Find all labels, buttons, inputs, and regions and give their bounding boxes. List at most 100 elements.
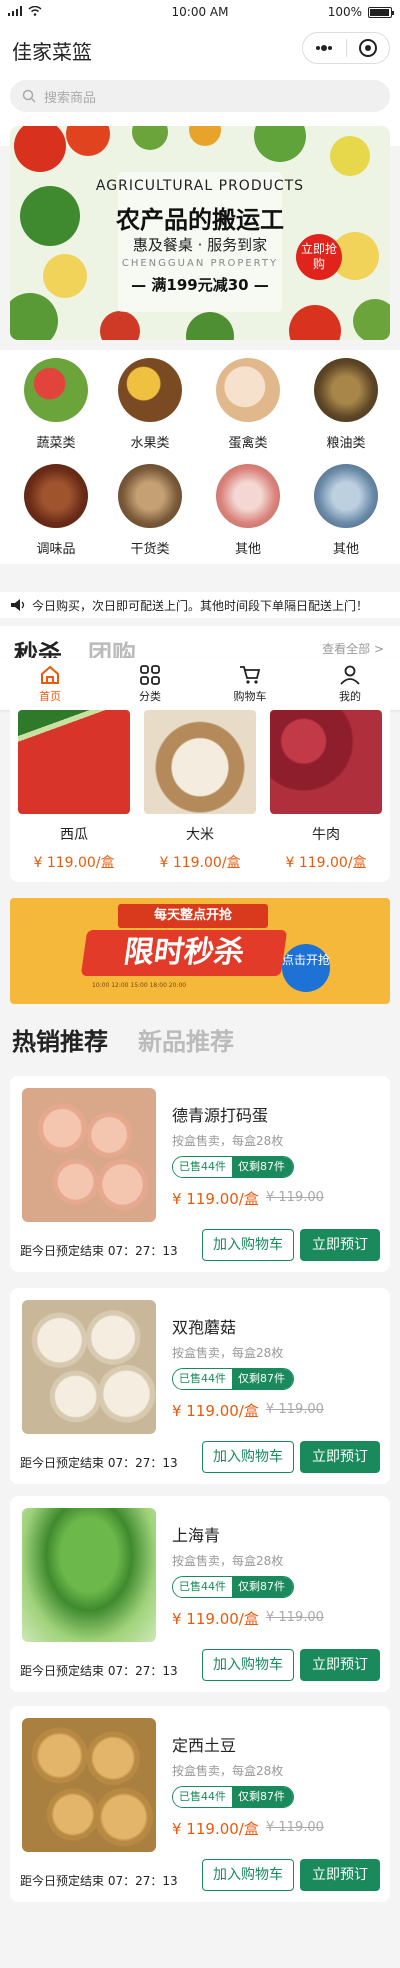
category-fish[interactable]: 其他 (306, 464, 386, 557)
group-buy-title[interactable]: 团购 (88, 634, 136, 660)
order-now-button[interactable]: 立即预订 (300, 1441, 380, 1473)
remaining-count: 仅剩87件 (232, 1157, 293, 1177)
product-desc: 按盒售卖，每盒28枚 (172, 1134, 284, 1148)
add-to-cart-button[interactable]: 加入购物车 (202, 1441, 294, 1473)
product-name: 上海青 (172, 1526, 221, 1545)
product-card[interactable]: 定西土豆 按盒售卖，每盒28枚 已售44件 仅剩87件 ¥ 119.00/盒 ¥… (10, 1706, 390, 1902)
tab-bar: 首页 分类 购物车 我的 (0, 658, 400, 710)
countdown: 距今日预定结束 07：27：13 (20, 1664, 178, 1678)
seckill-title[interactable]: 秒杀 (14, 634, 62, 660)
category-meat[interactable]: 其他 (208, 464, 288, 557)
remaining-count: 仅剩87件 (232, 1577, 293, 1597)
tab-home[interactable]: 首页 (0, 658, 100, 710)
seckill-item-rice[interactable]: 大米 ¥ 119.00/盒 (142, 710, 258, 872)
category-spices[interactable]: 调味品 (16, 464, 96, 557)
sold-count: 已售44件 (173, 1157, 232, 1177)
banner-title-en: AGRICULTURAL PRODUCTS (95, 178, 305, 194)
grains-icon (314, 358, 378, 422)
category-dried-goods[interactable]: 干货类 (110, 464, 190, 557)
eggs-icon (216, 358, 280, 422)
original-price: ¥ 119.00 (266, 1190, 324, 1205)
rice-image (144, 710, 256, 814)
category-label: 干货类 (130, 542, 170, 557)
sold-count: 已售44件 (173, 1787, 232, 1807)
user-icon (340, 665, 360, 685)
seckill-item-watermelon[interactable]: 西瓜 ¥ 119.00/盒 (16, 710, 132, 872)
beef-image (270, 710, 382, 814)
seckill-list: 西瓜 ¥ 119.00/盒 大米 ¥ 119.00/盒 牛肉 ¥ 119.00/… (10, 710, 390, 882)
tab-hot[interactable]: 热销推荐 (12, 1022, 108, 1057)
cart-icon (240, 666, 261, 684)
add-to-cart-button[interactable]: 加入购物车 (202, 1229, 294, 1261)
tab-category[interactable]: 分类 (100, 658, 200, 710)
product-desc: 按盒售卖，每盒28枚 (172, 1554, 284, 1568)
order-now-button[interactable]: 立即预订 (300, 1649, 380, 1681)
flash-schedule: 10:00 12:00 15:00 18:00 20:00 (92, 982, 187, 989)
remaining-count: 仅剩87件 (232, 1369, 293, 1389)
tab-label: 我的 (339, 690, 361, 703)
tab-label: 分类 (139, 690, 161, 703)
tab-cart[interactable]: 购物车 (200, 658, 300, 710)
bok-choy-image (22, 1508, 156, 1642)
fruits-icon (118, 358, 182, 422)
category-label: 粮油类 (326, 436, 366, 451)
category-grains[interactable]: 粮油类 (306, 358, 386, 451)
view-all-link[interactable]: 查看全部 > (322, 640, 384, 657)
home-icon (41, 665, 59, 684)
order-now-button[interactable]: 立即预订 (300, 1859, 380, 1891)
search-icon (22, 89, 36, 103)
target-icon (358, 39, 377, 57)
spices-icon (24, 464, 88, 528)
category-label: 调味品 (36, 542, 76, 557)
tab-new[interactable]: 新品推荐 (138, 1022, 234, 1057)
category-label: 水果类 (130, 436, 170, 451)
category-label: 其他 (234, 542, 261, 557)
stock-pill: 已售44件 仅剩87件 (172, 1368, 294, 1390)
dried-goods-icon (118, 464, 182, 528)
sold-count: 已售44件 (173, 1577, 232, 1597)
more-button[interactable] (303, 33, 346, 63)
original-price: ¥ 119.00 (266, 1402, 324, 1417)
search-bar[interactable]: 搜索商品 (10, 80, 390, 112)
banner-deal: — 满199元减30 — (131, 276, 269, 294)
product-name: 德青源打码蛋 (172, 1106, 269, 1125)
flash-sale-banner[interactable]: 每天整点开抢 限时秒杀 点击开抢 10:00 12:00 15:00 18:00… (10, 898, 390, 1004)
product-card[interactable]: 双孢蘑菇 按盒售卖，每盒28枚 已售44件 仅剩87件 ¥ 119.00/盒 ¥… (10, 1288, 390, 1484)
product-name: 牛肉 (312, 827, 340, 843)
category-vegetables[interactable]: 蔬菜类 (16, 358, 96, 451)
category-label: 蛋禽类 (228, 436, 268, 451)
status-bar: 10:00 AM 100% (0, 0, 400, 24)
battery-icon (368, 6, 394, 18)
countdown: 距今日预定结束 07：27：13 (20, 1244, 178, 1258)
flash-title: 限时秒杀 (80, 930, 288, 976)
add-to-cart-button[interactable]: 加入购物车 (202, 1649, 294, 1681)
add-to-cart-button[interactable]: 加入购物车 (202, 1859, 294, 1891)
tab-label: 首页 (39, 690, 61, 703)
category-eggs[interactable]: 蛋禽类 (208, 358, 288, 451)
promo-banner[interactable]: AGRICULTURAL PRODUCTS 农产品的搬运工 惠及餐桌 · 服务到… (10, 126, 390, 340)
seckill-item-beef[interactable]: 牛肉 ¥ 119.00/盒 (268, 710, 384, 872)
product-card[interactable]: 上海青 按盒售卖，每盒28枚 已售44件 仅剩87件 ¥ 119.00/盒 ¥ … (10, 1496, 390, 1692)
app-title: 佳家菜篮 (12, 40, 92, 64)
product-price: ¥ 119.00/盒 (172, 1610, 259, 1628)
sold-count: 已售44件 (173, 1369, 232, 1389)
original-price: ¥ 119.00 (266, 1820, 324, 1835)
stock-pill: 已售44件 仅剩87件 (172, 1156, 294, 1178)
stock-pill: 已售44件 仅剩87件 (172, 1786, 294, 1808)
mini-program-capsule (302, 32, 390, 64)
flash-go-badge[interactable]: 点击开抢 (282, 944, 330, 992)
product-price: ¥ 119.00/盒 (285, 855, 367, 871)
product-price: ¥ 119.00/盒 (172, 1190, 259, 1208)
category-fruits[interactable]: 水果类 (110, 358, 190, 451)
watermelon-image (18, 710, 130, 814)
tab-mine[interactable]: 我的 (300, 658, 400, 710)
seckill-header: 秒杀 团购 查看全部 > (0, 626, 400, 660)
flash-ribbon: 每天整点开抢 (118, 904, 268, 928)
product-price: ¥ 119.00/盒 (33, 855, 115, 871)
close-button[interactable] (346, 33, 389, 63)
buy-now-badge[interactable]: 立即抢购 (296, 234, 342, 280)
product-card[interactable]: 德青源打码蛋 按盒售卖，每盒28枚 已售44件 仅剩87件 ¥ 119.00/盒… (10, 1076, 390, 1272)
vegetables-icon (24, 358, 88, 422)
notice-text: 今日购买，次日即可配送上门。其他时间段下单隔日配送上门！ (32, 598, 369, 613)
order-now-button[interactable]: 立即预订 (300, 1229, 380, 1261)
